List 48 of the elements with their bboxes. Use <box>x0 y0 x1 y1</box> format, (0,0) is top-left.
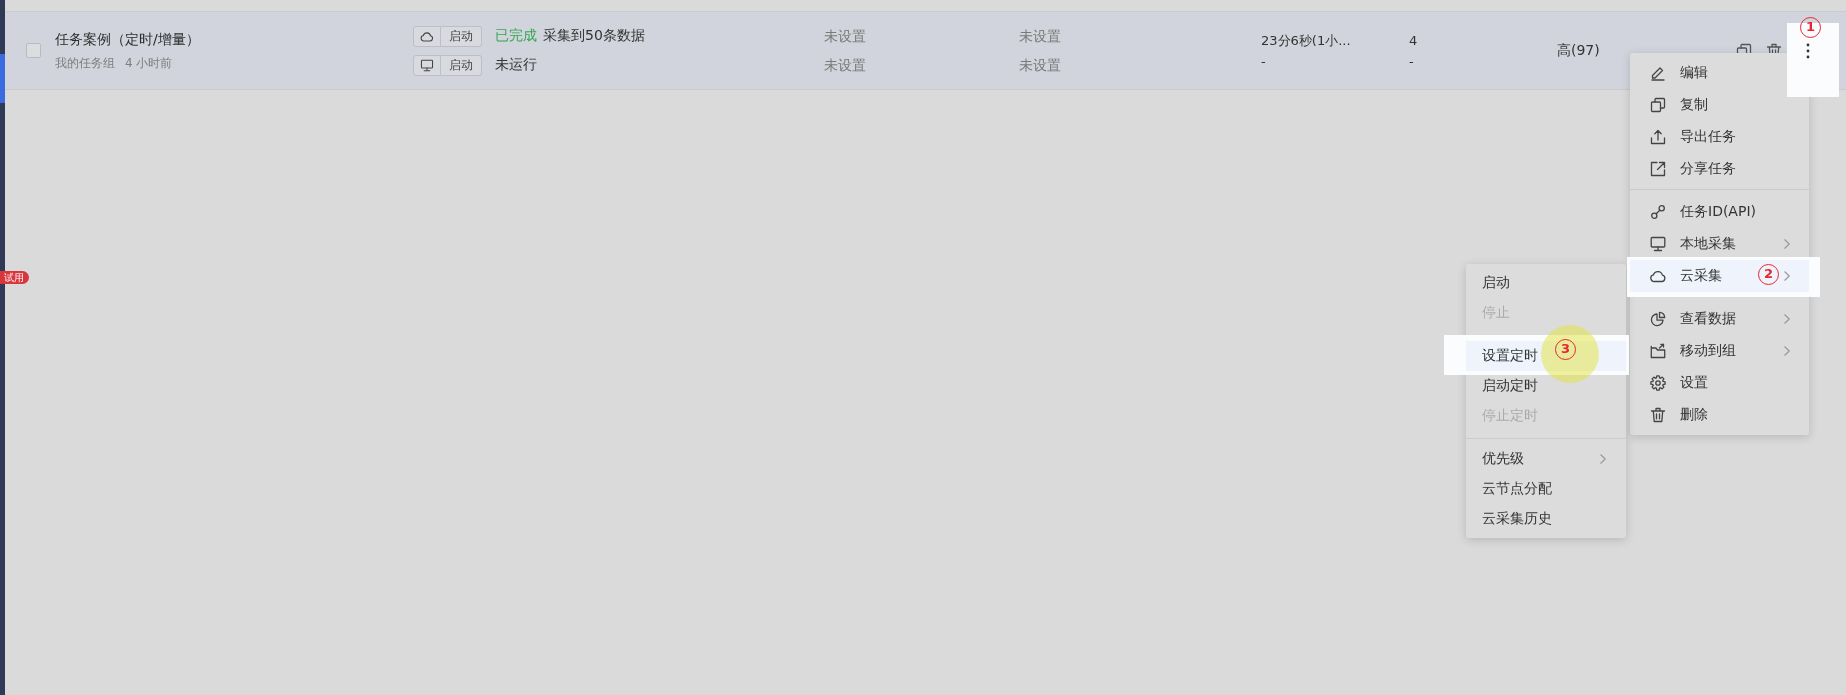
cloud-icon <box>413 25 441 47</box>
menu-item[interactable]: 设置 <box>1630 367 1809 399</box>
table-cell: 23分6秒(1小... <box>1261 31 1351 49</box>
trial-badge[interactable]: 试用 <box>0 271 29 284</box>
table-cell: - <box>1409 52 1414 70</box>
table-cell-text: 未设置 <box>1019 55 1061 75</box>
run-detail: 采集到50条数据 <box>543 27 645 45</box>
copy-icon <box>1650 97 1666 113</box>
start-button[interactable]: 启动 <box>441 25 482 47</box>
menu-item[interactable]: 移动到组 <box>1630 335 1809 367</box>
table-cell: 高(97) <box>1557 41 1600 60</box>
sidebar-selection-bar <box>0 54 5 103</box>
checkbox[interactable] <box>26 43 41 58</box>
monitor-icon <box>413 54 441 76</box>
menu-item[interactable]: 导出任务 <box>1630 121 1809 153</box>
gear-icon <box>1650 375 1666 391</box>
table-cell: - <box>1261 52 1266 70</box>
menu-item[interactable]: 云采集历史 <box>1466 504 1626 534</box>
task-name[interactable]: 任务案例（定时/增量） <box>55 29 200 49</box>
table-cell: 4 <box>1409 31 1418 49</box>
menu-item[interactable]: 任务ID(API) <box>1630 196 1809 228</box>
menu-item[interactable]: 复制 <box>1630 89 1809 121</box>
pencil-icon <box>1650 65 1666 81</box>
updated-time: 4 小时前 <box>125 55 173 72</box>
external-link-icon <box>1650 161 1666 177</box>
menu-item[interactable]: 启动 <box>1466 268 1626 298</box>
menu-item[interactable]: 删除 <box>1630 399 1809 431</box>
menu-item[interactable]: 云节点分配 <box>1466 474 1626 504</box>
upload-icon <box>1650 129 1666 145</box>
link-icon <box>1650 204 1666 220</box>
folder-icon <box>1650 343 1666 359</box>
menu-item[interactable]: 分享任务 <box>1630 153 1809 185</box>
run-status: 未运行 <box>495 56 537 74</box>
table-cell-text: 未设置 <box>824 55 866 75</box>
menu-item[interactable]: 优先级 <box>1466 444 1626 474</box>
table-cell-text: 未设置 <box>1019 26 1061 46</box>
menu-item[interactable]: 查看数据 <box>1630 303 1809 335</box>
table-cell-text: 未设置 <box>824 26 866 46</box>
menu-item[interactable]: 编辑 <box>1630 57 1787 89</box>
pie-chart-icon <box>1650 311 1666 327</box>
run-status: 已完成 <box>495 27 537 45</box>
menu-item[interactable]: 本地采集 <box>1630 228 1809 260</box>
cloud-icon <box>1650 268 1666 284</box>
menu-item[interactable]: 启动定时 <box>1466 371 1626 401</box>
task-group: 我的任务组 <box>55 54 115 72</box>
monitor-icon <box>1650 236 1666 252</box>
start-button[interactable]: 启动 <box>441 54 482 76</box>
trash-icon <box>1650 407 1666 423</box>
